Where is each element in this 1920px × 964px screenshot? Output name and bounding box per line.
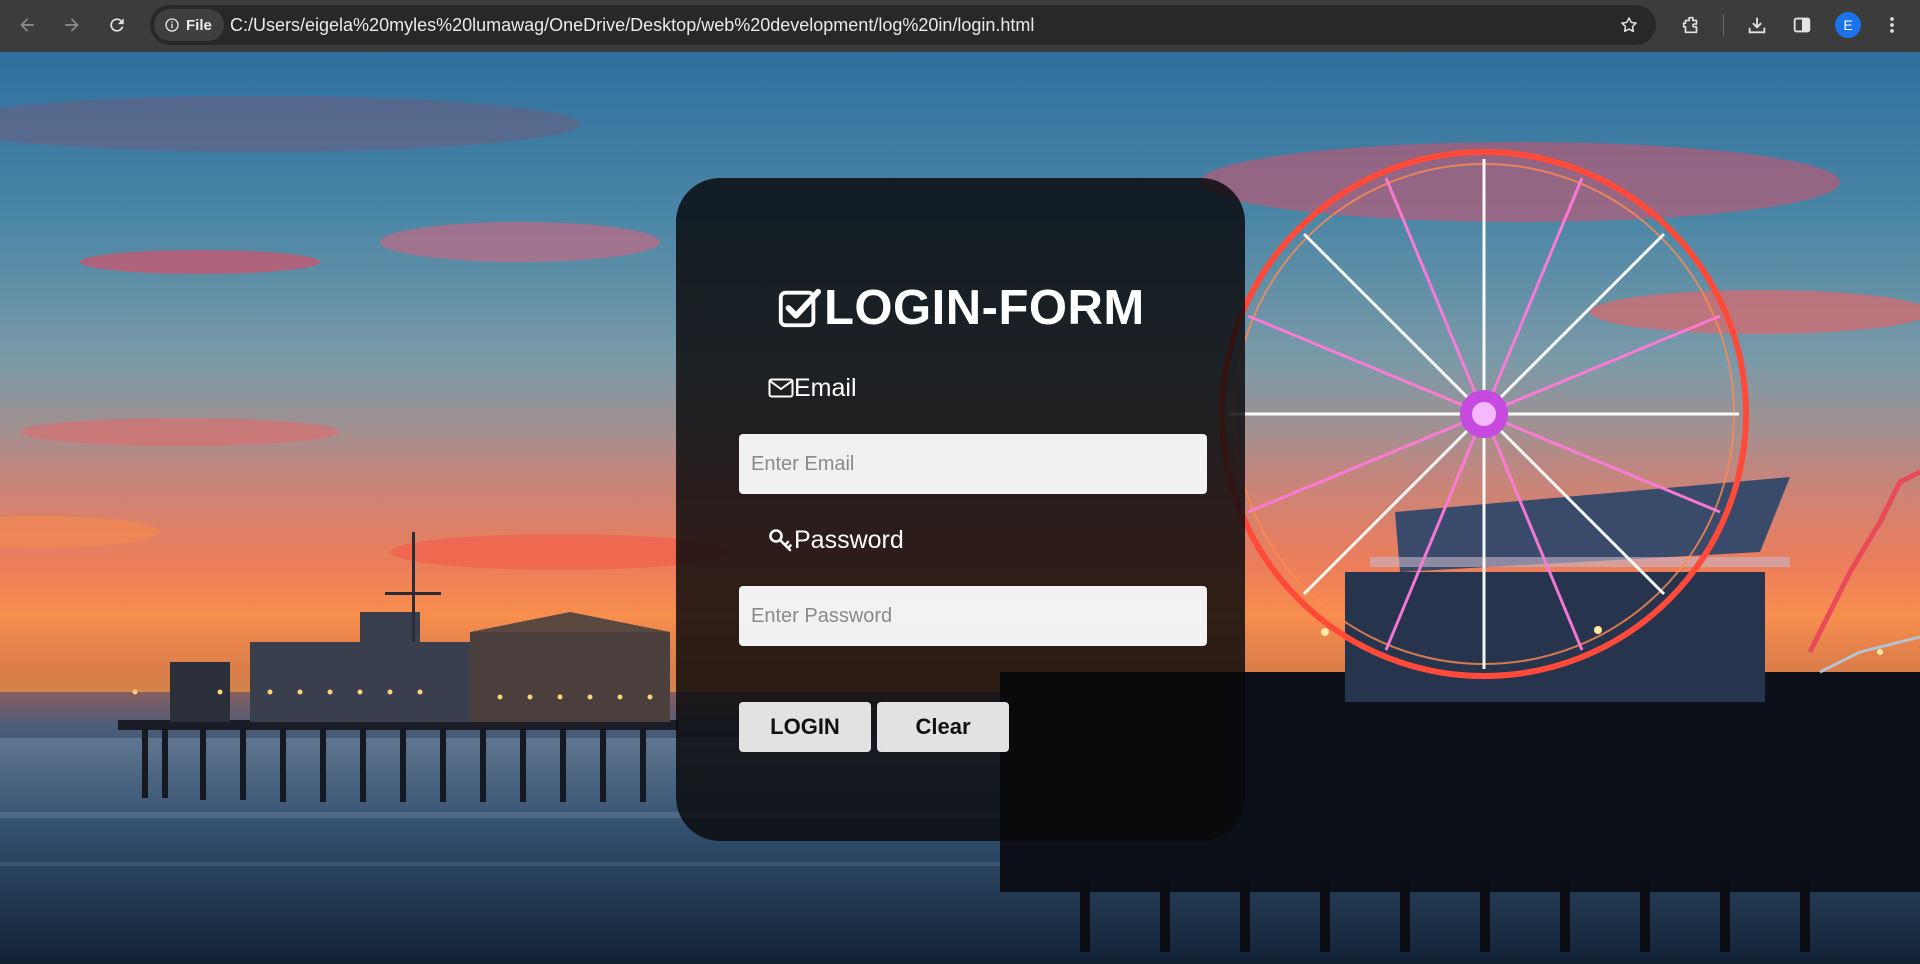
password-input[interactable] (739, 586, 1207, 646)
form-title-text: LOGIN-FORM (824, 281, 1145, 335)
browser-menu-button[interactable] (1876, 9, 1908, 41)
form-title: LOGIN-FORM (776, 278, 1145, 338)
toolbar-divider (1723, 14, 1724, 36)
profile-avatar[interactable]: E (1835, 12, 1861, 38)
browser-toolbar: File C:/Users/eigela%20myles%20lumawag/O… (0, 0, 1920, 52)
key-icon (768, 528, 794, 552)
login-button[interactable]: LOGIN (739, 702, 871, 752)
star-icon (1621, 17, 1637, 33)
downloads-button[interactable] (1741, 9, 1773, 41)
bookmark-star-button[interactable] (1614, 10, 1644, 40)
url-text[interactable]: C:/Users/eigela%20myles%20lumawag/OneDri… (230, 5, 1034, 45)
password-label-text: Password (794, 525, 904, 554)
page-viewport: LOGIN-FORM Email Password LOGIN Clear (0, 52, 1920, 964)
login-card: LOGIN-FORM Email Password LOGIN Clear (676, 178, 1245, 841)
clear-button[interactable]: Clear (877, 702, 1009, 752)
download-icon (1748, 17, 1766, 34)
side-panel-icon (1793, 17, 1811, 33)
side-panel-button[interactable] (1786, 9, 1818, 41)
site-info-chip[interactable]: File (154, 9, 224, 41)
email-label: Email (768, 371, 857, 405)
more-vert-icon (1890, 17, 1894, 33)
forward-button[interactable] (55, 8, 89, 42)
password-label: Password (768, 523, 904, 557)
email-input[interactable] (739, 434, 1207, 494)
envelope-icon (768, 376, 794, 400)
extensions-button[interactable] (1675, 9, 1707, 41)
reload-icon (110, 18, 124, 32)
extensions-icon (1682, 16, 1698, 34)
back-arrow-icon (20, 18, 34, 32)
reload-button[interactable] (100, 8, 134, 42)
back-button[interactable] (10, 8, 44, 42)
address-bar[interactable]: File C:/Users/eigela%20myles%20lumawag/O… (150, 5, 1656, 45)
info-icon (165, 18, 179, 32)
site-chip-label: File (186, 16, 212, 34)
email-label-text: Email (794, 373, 857, 402)
forward-arrow-icon (65, 18, 79, 32)
checkbox-checked-icon (776, 285, 822, 331)
